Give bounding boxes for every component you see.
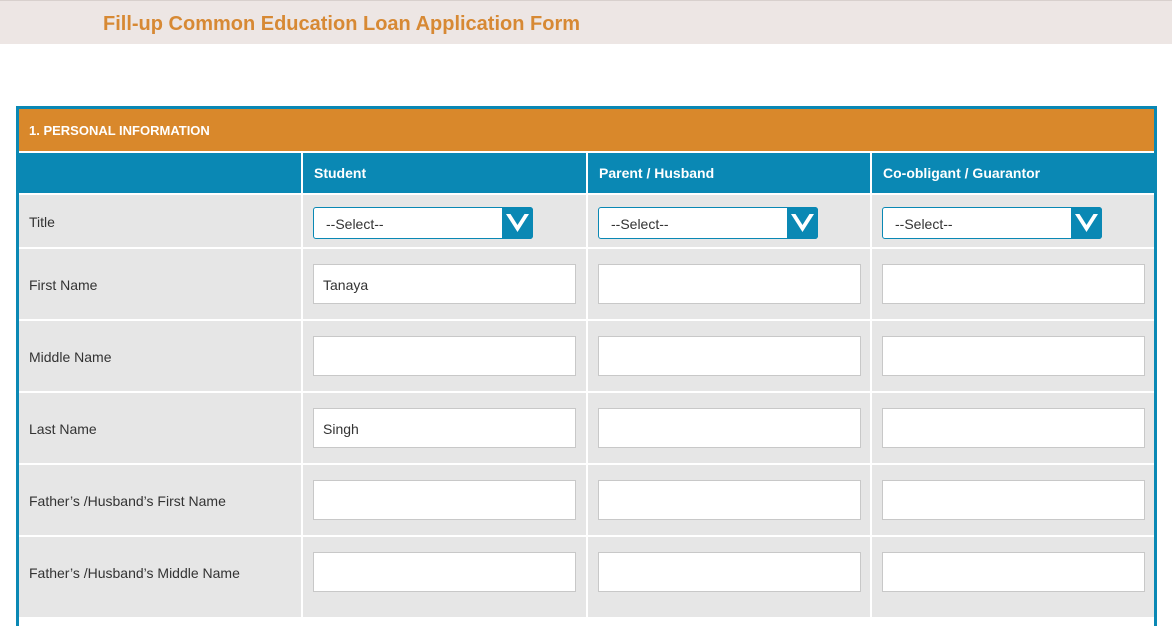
section-title: 1. PERSONAL INFORMATION: [29, 123, 210, 138]
title-select-guarantor[interactable]: --Select--: [882, 207, 1102, 239]
row-label: First Name: [29, 277, 98, 293]
last-name-cell-guarantor: [872, 393, 1154, 463]
row-title: Title: [19, 195, 301, 247]
father-first-name-input-guarantor[interactable]: [882, 480, 1145, 520]
select-value: --Select--: [611, 216, 669, 232]
father-first-name-input-parent[interactable]: [598, 480, 861, 520]
first-name-input-parent[interactable]: [598, 264, 861, 304]
title-select-parent[interactable]: --Select--: [598, 207, 818, 239]
column-header-label: Parent / Husband: [599, 165, 715, 181]
column-header-student: Student: [303, 153, 586, 193]
first-name-input-guarantor[interactable]: [882, 264, 1145, 304]
first-name-cell-parent: [588, 249, 870, 319]
first-name-cell-student: Tanaya: [303, 249, 586, 319]
middle-name-input-student[interactable]: [313, 336, 576, 376]
row-label: Father’s /Husband’s First Name: [29, 493, 226, 509]
page-header: Fill-up Common Education Loan Applicatio…: [0, 0, 1172, 44]
father-first-name-cell-guarantor: [872, 465, 1154, 535]
father-middle-name-input-student[interactable]: [313, 552, 576, 592]
row-last-name: Last Name: [19, 393, 301, 463]
column-header-label: Co-obligant / Guarantor: [883, 165, 1041, 181]
middle-name-cell-parent: [588, 321, 870, 391]
column-header-label: Student: [314, 165, 367, 181]
row-father-first-name: Father’s /Husband’s First Name: [19, 465, 301, 535]
row-label: Middle Name: [29, 349, 112, 365]
select-value: --Select--: [895, 216, 953, 232]
select-value: --Select--: [326, 216, 384, 232]
father-first-name-cell-student: [303, 465, 586, 535]
first-name-input-student[interactable]: Tanaya: [313, 264, 576, 304]
father-middle-name-cell-parent: [588, 537, 870, 617]
row-label: Last Name: [29, 421, 97, 437]
last-name-input-guarantor[interactable]: [882, 408, 1145, 448]
row-middle-name: Middle Name: [19, 321, 301, 391]
row-father-middle-name: Father’s /Husband’s Middle Name: [19, 537, 301, 617]
chevron-down-icon[interactable]: [502, 207, 533, 239]
first-name-cell-guarantor: [872, 249, 1154, 319]
page-title: Fill-up Common Education Loan Applicatio…: [103, 13, 581, 35]
row-label: Title: [29, 214, 55, 230]
row-label: Father’s /Husband’s Middle Name: [29, 565, 240, 581]
row-first-name: First Name: [19, 249, 301, 319]
last-name-cell-parent: [588, 393, 870, 463]
father-first-name-input-student[interactable]: [313, 480, 576, 520]
title-cell-guarantor: --Select--: [872, 195, 1154, 247]
father-middle-name-cell-guarantor: [872, 537, 1154, 617]
column-header-guarantor: Co-obligant / Guarantor: [872, 153, 1154, 193]
father-first-name-cell-parent: [588, 465, 870, 535]
middle-name-cell-guarantor: [872, 321, 1154, 391]
title-cell-parent: --Select--: [588, 195, 870, 247]
middle-name-input-guarantor[interactable]: [882, 336, 1145, 376]
father-middle-name-cell-student: [303, 537, 586, 617]
section-header: 1. PERSONAL INFORMATION: [19, 109, 1154, 151]
chevron-down-icon[interactable]: [1071, 207, 1102, 239]
father-middle-name-input-guarantor[interactable]: [882, 552, 1145, 592]
chevron-down-icon[interactable]: [787, 207, 818, 239]
title-select-student[interactable]: --Select--: [313, 207, 533, 239]
personal-information-form: 1. PERSONAL INFORMATION Student Parent /…: [16, 106, 1157, 626]
header-label-cell: [19, 153, 301, 193]
last-name-cell-student: Singh: [303, 393, 586, 463]
middle-name-cell-student: [303, 321, 586, 391]
middle-name-input-parent[interactable]: [598, 336, 861, 376]
last-name-input-student[interactable]: Singh: [313, 408, 576, 448]
column-header-parent: Parent / Husband: [588, 153, 870, 193]
last-name-input-parent[interactable]: [598, 408, 861, 448]
title-cell-student: --Select--: [303, 195, 586, 247]
father-middle-name-input-parent[interactable]: [598, 552, 861, 592]
